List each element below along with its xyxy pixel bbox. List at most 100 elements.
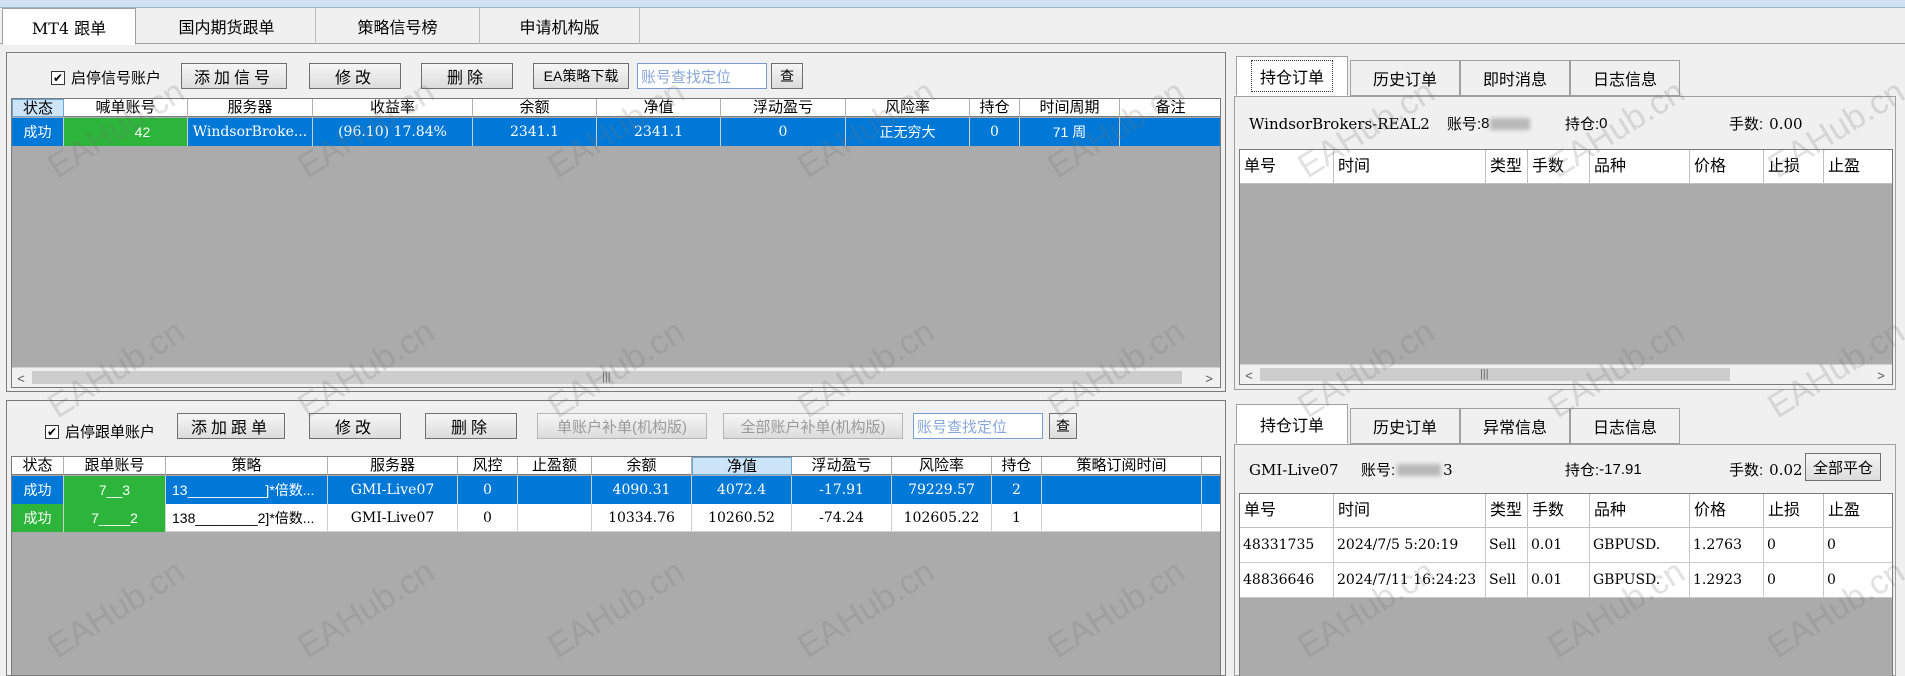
col-sl[interactable]: 止损	[1764, 150, 1824, 184]
close-all-button[interactable]: 全部平仓	[1805, 453, 1881, 481]
col-price[interactable]: 价格	[1690, 150, 1764, 184]
delete-signal-button[interactable]: 删除	[421, 63, 513, 89]
col-status[interactable]: 状态	[12, 457, 64, 475]
tab-history-orders[interactable]: 历史订单	[1350, 408, 1460, 444]
col-tp[interactable]: 止盈	[1824, 150, 1892, 184]
follow-enable-checkbox[interactable]: ✔ 启停跟单账户	[45, 421, 155, 442]
add-follow-button[interactable]: 添加跟单	[177, 413, 285, 439]
signal-enable-checkbox[interactable]: ✔ 启停信号账户	[51, 67, 161, 88]
col-symbol[interactable]: 品种	[1590, 494, 1690, 528]
balance-cell: 2341.1	[473, 118, 597, 146]
col-subscribe-time[interactable]: 策略订阅时间	[1042, 457, 1202, 475]
edit-signal-button[interactable]: 修改	[309, 63, 401, 89]
tab-mt4-copy[interactable]: MT4 跟单	[2, 8, 136, 45]
status-cell: 成功	[12, 476, 64, 504]
signal-table-scrollbar[interactable]: < ||| >	[12, 367, 1220, 387]
col-floating-pl[interactable]: 浮动盈亏	[792, 457, 892, 475]
order-row[interactable]: 48836646 2024/7/11 16:24:23 Sell 0.01 GB…	[1240, 563, 1892, 598]
signal-search-button[interactable]: 查	[771, 63, 803, 89]
add-signal-button[interactable]: 添加信号	[181, 63, 287, 89]
follow-search-button[interactable]: 查	[1049, 413, 1077, 439]
tab-open-orders[interactable]: 持仓订单	[1236, 404, 1348, 444]
single-account-fill-button[interactable]: 单账户补单(机构版)	[537, 413, 707, 439]
col-signal-account[interactable]: 喊单账号	[64, 99, 188, 117]
col-period[interactable]: 时间周期	[1020, 99, 1120, 117]
signal-orders-body: WindsorBrokers-REAL2 账号: 8 持仓: 0 手数: 0.00 单…	[1234, 96, 1896, 390]
col-take-profit[interactable]: 止盈额	[518, 457, 592, 475]
tab-strategy-ranking[interactable]: 策略信号榜	[316, 8, 480, 44]
follow-account-panel: ✔ 启停跟单账户 添加跟单 修改 删除 单账户补单(机构版) 全部账户补单(机构…	[6, 400, 1226, 676]
tab-open-orders[interactable]: 持仓订单	[1236, 56, 1348, 96]
col-floating-pl[interactable]: 浮动盈亏	[721, 99, 846, 117]
col-type[interactable]: 类型	[1486, 150, 1528, 184]
col-time[interactable]: 时间	[1334, 150, 1486, 184]
risk-cell: 102605.22	[892, 504, 992, 532]
col-ticket[interactable]: 单号	[1240, 494, 1334, 528]
col-tp[interactable]: 止盈	[1824, 494, 1892, 528]
col-positions[interactable]: 持仓	[992, 457, 1042, 475]
tab-futures-copy[interactable]: 国内期货跟单	[138, 8, 316, 44]
period-cell: 71 周	[1020, 118, 1120, 146]
all-accounts-fill-button[interactable]: 全部账户补单(机构版)	[723, 413, 903, 439]
ticket-cell: 48836646	[1240, 563, 1334, 598]
tab-error-info[interactable]: 异常信息	[1460, 408, 1570, 444]
scroll-left-icon[interactable]: <	[12, 368, 30, 387]
col-type[interactable]: 类型	[1486, 494, 1528, 528]
col-time[interactable]: 时间	[1334, 494, 1486, 528]
col-symbol[interactable]: 品种	[1590, 150, 1690, 184]
col-follow-account[interactable]: 跟单账号	[64, 457, 166, 475]
tab-history-orders[interactable]: 历史订单	[1350, 60, 1460, 96]
scroll-right-icon[interactable]: >	[1872, 365, 1890, 384]
col-status[interactable]: 状态	[12, 99, 64, 117]
delete-follow-button[interactable]: 删除	[425, 413, 517, 439]
col-note[interactable]: 备注	[1120, 99, 1220, 117]
col-strategy[interactable]: 策略	[166, 457, 328, 475]
col-balance[interactable]: 余额	[473, 99, 597, 117]
floating-cell: -17.91	[792, 476, 892, 504]
table-row[interactable]: 成功 7__3 13__________]*倍数... GMI-Live07 0…	[12, 476, 1220, 504]
signal-orders-tabs: 持仓订单 历史订单 即时消息 日志信息	[1232, 56, 1898, 96]
follow-orders-header: 单号 时间 类型 手数 品种 价格 止损 止盈	[1240, 494, 1892, 528]
col-risk-control[interactable]: 风控	[458, 457, 518, 475]
signal-search-input[interactable]: 账号查找定位	[637, 63, 767, 89]
edit-follow-button[interactable]: 修改	[309, 413, 401, 439]
order-row[interactable]: 48331735 2024/7/5 5:20:19 Sell 0.01 GBPU…	[1240, 528, 1892, 563]
scroll-left-icon[interactable]: <	[1240, 365, 1258, 384]
follow-server-label: GMI-Live07	[1249, 461, 1339, 479]
signal-orders-header: 单号 时间 类型 手数 品种 价格 止损 止盈	[1240, 150, 1892, 184]
table-row[interactable]: 成功 42 WindsorBroke... (96.10) 17.84% 234…	[12, 118, 1220, 146]
tab-apply-institution[interactable]: 申请机构版	[480, 8, 640, 44]
col-positions[interactable]: 持仓	[970, 99, 1020, 117]
col-server[interactable]: 服务器	[328, 457, 458, 475]
tab-log-info[interactable]: 日志信息	[1570, 408, 1680, 444]
col-risk-rate[interactable]: 风险率	[846, 99, 970, 117]
col-equity[interactable]: 净值	[692, 457, 792, 475]
follow-orders-tabs: 持仓订单 历史订单 异常信息 日志信息	[1232, 404, 1898, 444]
signal-account-panel: ✔ 启停信号账户 添加信号 修改 删除 EA策略下载 账号查找定位 查 状态 喊…	[6, 52, 1226, 392]
col-sl[interactable]: 止损	[1764, 494, 1824, 528]
follow-orders-body: GMI-Live07 账号: 3 持仓: -17.91 手数: 0.02 全部平仓 单…	[1234, 444, 1896, 676]
follow-table-header: 状态 跟单账号 策略 服务器 风控 止盈额 余额 净值 浮动盈亏 风险率 持仓 …	[12, 457, 1220, 475]
col-lots[interactable]: 手数	[1528, 494, 1590, 528]
col-risk-rate[interactable]: 风险率	[892, 457, 992, 475]
tab-instant-messages[interactable]: 即时消息	[1460, 60, 1570, 96]
col-balance[interactable]: 余额	[592, 457, 692, 475]
col-ticket[interactable]: 单号	[1240, 150, 1334, 184]
strategy-cell: 138________2]*倍数...	[166, 504, 328, 532]
col-lots[interactable]: 手数	[1528, 150, 1590, 184]
scroll-right-icon[interactable]: >	[1200, 368, 1218, 387]
price-cell: 1.2763	[1690, 528, 1764, 563]
scroll-thumb[interactable]	[1260, 368, 1730, 381]
tab-log-info[interactable]: 日志信息	[1570, 60, 1680, 96]
account-cell: 7__3	[64, 476, 166, 504]
follow-search-input[interactable]: 账号查找定位	[913, 413, 1043, 439]
col-equity[interactable]: 净值	[597, 99, 721, 117]
signal-orders-scrollbar[interactable]: < ||| >	[1240, 364, 1892, 384]
ea-download-button[interactable]: EA策略下载	[533, 63, 629, 89]
col-server[interactable]: 服务器	[188, 99, 313, 117]
col-price[interactable]: 价格	[1690, 494, 1764, 528]
follow-enable-label: 启停跟单账户	[65, 424, 156, 441]
col-return[interactable]: 收益率	[313, 99, 473, 117]
equity-cell: 2341.1	[597, 118, 721, 146]
table-row[interactable]: 成功 7____2 138________2]*倍数... GMI-Live07…	[12, 504, 1220, 532]
